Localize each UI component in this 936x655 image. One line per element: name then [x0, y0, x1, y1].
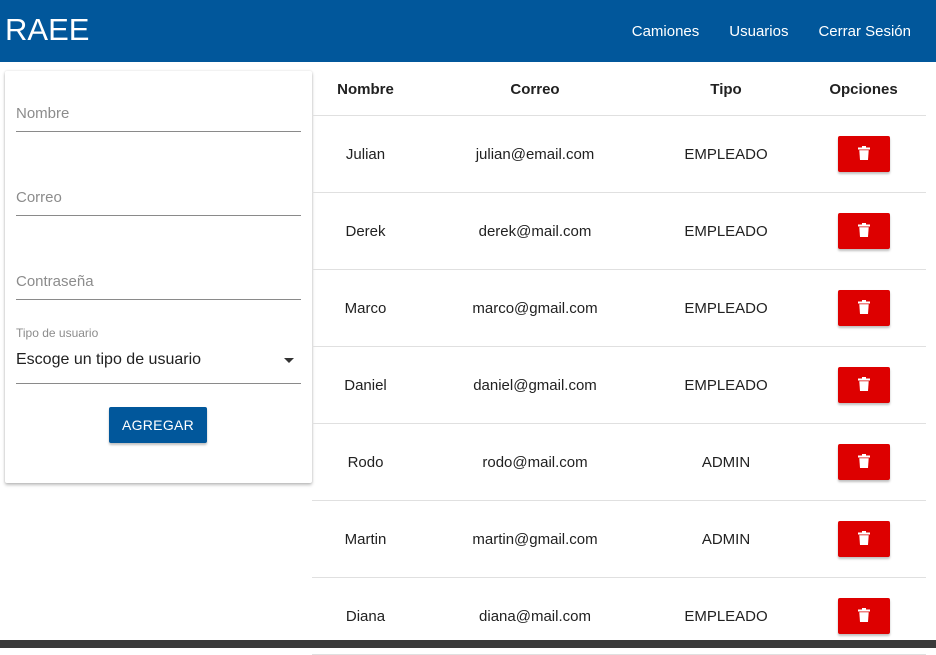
- cell-opciones: [801, 347, 926, 423]
- app-title[interactable]: RAEE: [5, 12, 89, 48]
- cell-tipo: EMPLEADO: [684, 299, 768, 317]
- email-field-wrap: [16, 179, 301, 216]
- table-row: Derek derek@mail.com EMPLEADO: [312, 193, 926, 270]
- header-opciones: Opciones: [829, 81, 898, 98]
- nav-camiones[interactable]: Camiones: [617, 23, 715, 40]
- table-row: Daniel daniel@gmail.com EMPLEADO: [312, 347, 926, 424]
- cell-correo: julian@email.com: [475, 145, 595, 163]
- name-input[interactable]: [16, 95, 301, 131]
- cell-tipo: EMPLEADO: [684, 376, 768, 394]
- cell-correo: rodo@mail.com: [482, 453, 588, 471]
- cell-nombre: Daniel: [344, 376, 387, 394]
- cell-nombre: Martin: [344, 530, 387, 548]
- trash-icon: [857, 453, 870, 471]
- cell-nombre: Marco: [344, 299, 387, 317]
- delete-button[interactable]: [837, 521, 890, 557]
- delete-button[interactable]: [837, 136, 890, 172]
- delete-button[interactable]: [837, 598, 890, 634]
- delete-button[interactable]: [837, 367, 890, 403]
- nav-cerrar-sesion[interactable]: Cerrar Sesión: [803, 23, 936, 40]
- trash-icon: [857, 376, 870, 394]
- table-row: Rodo rodo@mail.com ADMIN: [312, 424, 926, 501]
- table-header: Nombre Correo Tipo Opciones: [312, 64, 926, 116]
- cell-opciones: [801, 270, 926, 346]
- top-nav: Camiones Usuarios Cerrar Sesión: [617, 0, 936, 62]
- add-button[interactable]: AGREGAR: [109, 407, 207, 443]
- taskbar: [0, 640, 936, 648]
- cell-nombre: Rodo: [347, 453, 384, 471]
- trash-icon: [857, 222, 870, 240]
- cell-nombre: Derek: [345, 222, 386, 240]
- cell-correo: martin@gmail.com: [472, 530, 598, 548]
- cell-correo: marco@gmail.com: [472, 299, 598, 317]
- cell-tipo: ADMIN: [701, 453, 751, 471]
- header-tipo: Tipo: [710, 81, 742, 98]
- password-input[interactable]: [16, 263, 301, 299]
- user-type-select[interactable]: Tipo de usuario Escoge un tipo de usuari…: [16, 325, 301, 384]
- trash-icon: [857, 145, 870, 163]
- cell-opciones: [801, 424, 926, 500]
- cell-opciones: [801, 116, 926, 192]
- trash-icon: [857, 530, 870, 548]
- delete-button[interactable]: [837, 213, 890, 249]
- table-row: Martin martin@gmail.com ADMIN: [312, 501, 926, 578]
- cell-opciones: [801, 193, 926, 269]
- nav-usuarios[interactable]: Usuarios: [714, 23, 803, 40]
- cell-tipo: ADMIN: [701, 530, 751, 548]
- cell-tipo: EMPLEADO: [684, 222, 768, 240]
- user-type-value[interactable]: Escoge un tipo de usuario: [16, 351, 201, 369]
- caret-down-icon[interactable]: [284, 358, 294, 363]
- cell-correo: derek@mail.com: [478, 222, 592, 240]
- header-correo: Correo: [510, 81, 560, 98]
- users-table: Nombre Correo Tipo Opciones Julian julian…: [312, 64, 926, 655]
- header-nombre: Nombre: [337, 81, 394, 98]
- trash-icon: [857, 607, 870, 625]
- cell-nombre: Julian: [345, 145, 386, 163]
- password-field-wrap: [16, 263, 301, 300]
- cell-correo: daniel@gmail.com: [473, 376, 597, 394]
- delete-button[interactable]: [837, 290, 890, 326]
- app-bar: RAEE Camiones Usuarios Cerrar Sesión: [0, 0, 936, 62]
- delete-button[interactable]: [837, 444, 890, 480]
- table-row: Marco marco@gmail.com EMPLEADO: [312, 270, 926, 347]
- name-field-wrap: [16, 95, 301, 132]
- user-type-label: Tipo de usuario: [16, 326, 99, 340]
- cell-opciones: [801, 501, 926, 577]
- table-row: Julian julian@email.com EMPLEADO: [312, 116, 926, 193]
- email-input[interactable]: [16, 179, 301, 215]
- trash-icon: [857, 299, 870, 317]
- cell-tipo: EMPLEADO: [684, 145, 768, 163]
- add-user-form: Tipo de usuario Escoge un tipo de usuari…: [5, 71, 312, 483]
